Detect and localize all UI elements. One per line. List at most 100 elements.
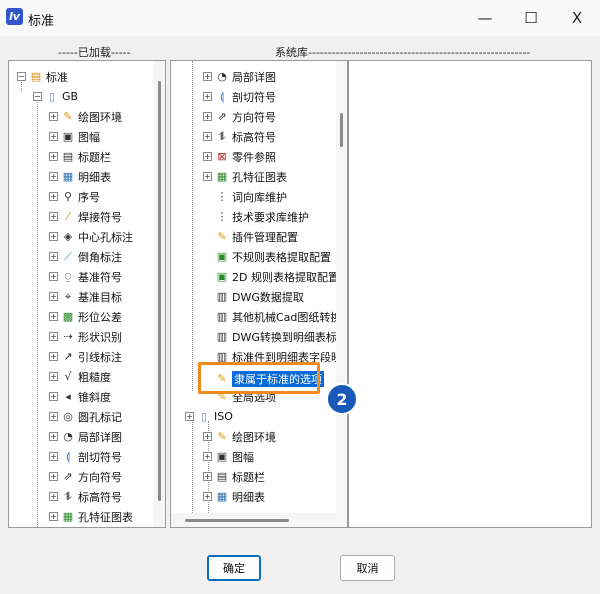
expand-icon[interactable]: + — [49, 372, 58, 381]
tree-node-system-item[interactable]: + ▤ 标题栏 — [203, 467, 265, 486]
tree-node-system-item[interactable]: ⋮ 词向库维护 — [203, 187, 288, 206]
tree-node-gb-item[interactable]: + ⚲ 序号 — [49, 187, 100, 206]
tree-node-gb-item[interactable]: + ⥮ 标高符号 — [49, 487, 122, 506]
system-tree-v-scrollbar[interactable] — [336, 61, 347, 527]
tree-node-gb-item[interactable]: + ⇢ 形状识别 — [49, 327, 122, 346]
expand-icon[interactable]: + — [203, 452, 212, 461]
dwg-icon: ▥ — [216, 289, 228, 303]
close-button[interactable]: X — [554, 0, 600, 36]
tree-node-gb-item[interactable]: + ⌖ 基准目标 — [49, 287, 122, 306]
tree-node-system-item[interactable]: ▣ 不规则表格提取配置 — [203, 247, 331, 266]
tree-node-gb-item[interactable]: + ⇗ 方向符号 — [49, 467, 122, 486]
expand-icon[interactable]: + — [49, 352, 58, 361]
tree-node-system-item[interactable]: + ⥮ 标高符号 — [203, 127, 276, 146]
tree-node-gb-item[interactable]: + ▩ 形位公差 — [49, 307, 122, 326]
title-bar-icon: ▤ — [216, 469, 228, 483]
tree-node-label: 局部详图 — [232, 70, 276, 84]
expand-icon[interactable]: + — [49, 412, 58, 421]
tree-node-gb-item[interactable]: + ▤ 标题栏 — [49, 147, 111, 166]
expand-icon[interactable]: + — [203, 472, 212, 481]
expand-icon[interactable]: + — [49, 212, 58, 221]
tree-node-label: 孔特征图表 — [78, 510, 133, 524]
expand-icon[interactable]: + — [203, 92, 212, 101]
loaded-tree-panel[interactable]: − ▤ 标准 − ▯ GB + ✎ 绘图环境 + ▣ 图幅 + ▤ 标题栏 + ▦ 明细表 + ⚲ 序号 + ⁄… — [8, 60, 166, 528]
expand-icon[interactable]: + — [49, 312, 58, 321]
tree-node-gb-item[interactable]: + ✎ 绘图环境 — [49, 107, 122, 126]
expand-icon[interactable]: + — [49, 232, 58, 241]
tree-node-label: 标高符号 — [78, 490, 122, 504]
expand-icon[interactable]: + — [49, 192, 58, 201]
maximize-button[interactable]: ☐ — [508, 0, 554, 36]
tree-node-system-item[interactable]: ▥ 其他机械Cad图纸转换字段 — [203, 307, 347, 326]
tree-node-gb-item[interactable]: + ⍜ 基准符号 — [49, 267, 122, 286]
expand-icon[interactable]: + — [203, 152, 212, 161]
tree-node-system-item[interactable]: + ◔ 局部详图 — [203, 67, 276, 86]
options-panel[interactable] — [348, 60, 592, 528]
expand-icon[interactable]: + — [49, 292, 58, 301]
expand-icon[interactable]: + — [49, 252, 58, 261]
system-tree-h-scrollbar[interactable] — [171, 513, 336, 527]
tree-node-system-item[interactable]: + ▣ 图幅 — [203, 447, 254, 466]
tree-node-gb-item[interactable]: + ▦ 明细表 — [49, 167, 111, 186]
expand-icon[interactable]: + — [49, 332, 58, 341]
expand-icon[interactable]: + — [203, 112, 212, 121]
system-tree-panel[interactable]: + ◔ 局部详图 + ⟬ 剖切符号 + ⇗ 方向符号 + ⥮ 标高符号 + ⊠ 零件参照 + ▦ 孔特征图表 ⋮ 词向… — [170, 60, 348, 528]
scrollbar-thumb[interactable] — [158, 81, 161, 501]
expand-icon[interactable]: + — [203, 492, 212, 501]
tree-node-system-item[interactable]: + ⇗ 方向符号 — [203, 107, 276, 126]
expand-icon[interactable]: + — [49, 152, 58, 161]
tree-node-system-item[interactable]: ⋮ 技术要求库维护 — [203, 207, 310, 226]
tree-node-gb-item[interactable]: + ⟬ 剖切符号 — [49, 447, 122, 466]
chamfer-icon: ⟋ — [64, 249, 72, 263]
expand-icon[interactable]: + — [49, 452, 58, 461]
expand-icon[interactable]: + — [49, 392, 58, 401]
tree-node-gb-item[interactable]: + ⁄ 焊接符号 — [49, 207, 122, 226]
tree-node-system-item[interactable]: + ⊠ 零件参照 — [203, 147, 276, 166]
scrollbar-thumb[interactable] — [340, 113, 343, 147]
tree-node-gb-item[interactable]: + √ 粗糙度 — [49, 367, 111, 386]
tree-node-gb-item[interactable]: + ◈ 中心孔标注 — [49, 227, 133, 246]
loaded-tree-scrollbar[interactable] — [153, 61, 165, 527]
tree-node-gb-item[interactable]: + ◎ 圆孔标记 — [49, 407, 122, 426]
expand-icon[interactable]: + — [49, 272, 58, 281]
expand-icon[interactable]: + — [203, 72, 212, 81]
cancel-button[interactable]: 取消 — [340, 555, 395, 581]
expand-icon[interactable]: + — [49, 512, 58, 521]
expand-icon[interactable]: + — [49, 172, 58, 181]
scrollbar-thumb[interactable] — [185, 519, 289, 522]
expand-icon[interactable]: + — [49, 432, 58, 441]
tree-node-system-item[interactable]: ▣ 2D 规则表格提取配置 — [203, 267, 339, 286]
tree-node-gb-item[interactable]: + ↗ 引线标注 — [49, 347, 122, 366]
collapse-icon[interactable]: − — [33, 92, 42, 101]
tree-node-label: 图幅 — [78, 130, 100, 144]
ok-button[interactable]: 确定 — [207, 555, 261, 581]
expand-icon[interactable]: + — [185, 412, 194, 421]
expand-icon[interactable]: + — [49, 112, 58, 121]
tree-node-system-item[interactable]: + ⟬ 剖切符号 — [203, 87, 276, 106]
tree-node-system-item[interactable]: + ✎ 绘图环境 — [203, 427, 276, 446]
tree-node-gb-item[interactable]: + ◔ 局部详图 — [49, 427, 122, 446]
tree-node-system-item[interactable]: ▥ DWG转换到明细表标题栏: — [203, 327, 347, 346]
tree-node-system-item[interactable]: + ▦ 孔特征图表 — [203, 167, 287, 186]
expand-icon[interactable]: + — [203, 432, 212, 441]
expand-icon[interactable]: + — [49, 492, 58, 501]
detail-view-icon: ◔ — [63, 429, 73, 443]
pencil-icon: ✎ — [63, 109, 73, 123]
tree-node-gb-item[interactable]: + ⟋ 倒角标注 — [49, 247, 122, 266]
tree-node-gb-item[interactable]: + ◂ 锥斜度 — [49, 387, 111, 406]
expand-icon[interactable]: + — [203, 172, 212, 181]
expand-icon[interactable]: + — [49, 132, 58, 141]
elevation-icon: ⥮ — [218, 129, 226, 143]
minimize-button[interactable]: — — [462, 0, 508, 36]
tree-node-standard-root[interactable]: − ▤ 标准 — [17, 67, 68, 86]
expand-icon[interactable]: + — [49, 472, 58, 481]
tree-node-system-item[interactable]: ✎ 插件管理配置 — [203, 227, 298, 246]
tree-node-system-item[interactable]: + ▯ ISO — [185, 407, 233, 426]
tree-node-gb-item[interactable]: + ▦ 孔特征图表 — [49, 507, 133, 526]
tree-node-gb[interactable]: − ▯ GB — [33, 87, 78, 106]
expand-icon[interactable]: + — [203, 132, 212, 141]
tree-node-system-item[interactable]: + ▦ 明细表 — [203, 487, 265, 506]
tree-node-gb-item[interactable]: + ▣ 图幅 — [49, 127, 100, 146]
tree-node-system-item[interactable]: ▥ DWG数据提取 — [203, 287, 304, 306]
collapse-icon[interactable]: − — [17, 72, 26, 81]
